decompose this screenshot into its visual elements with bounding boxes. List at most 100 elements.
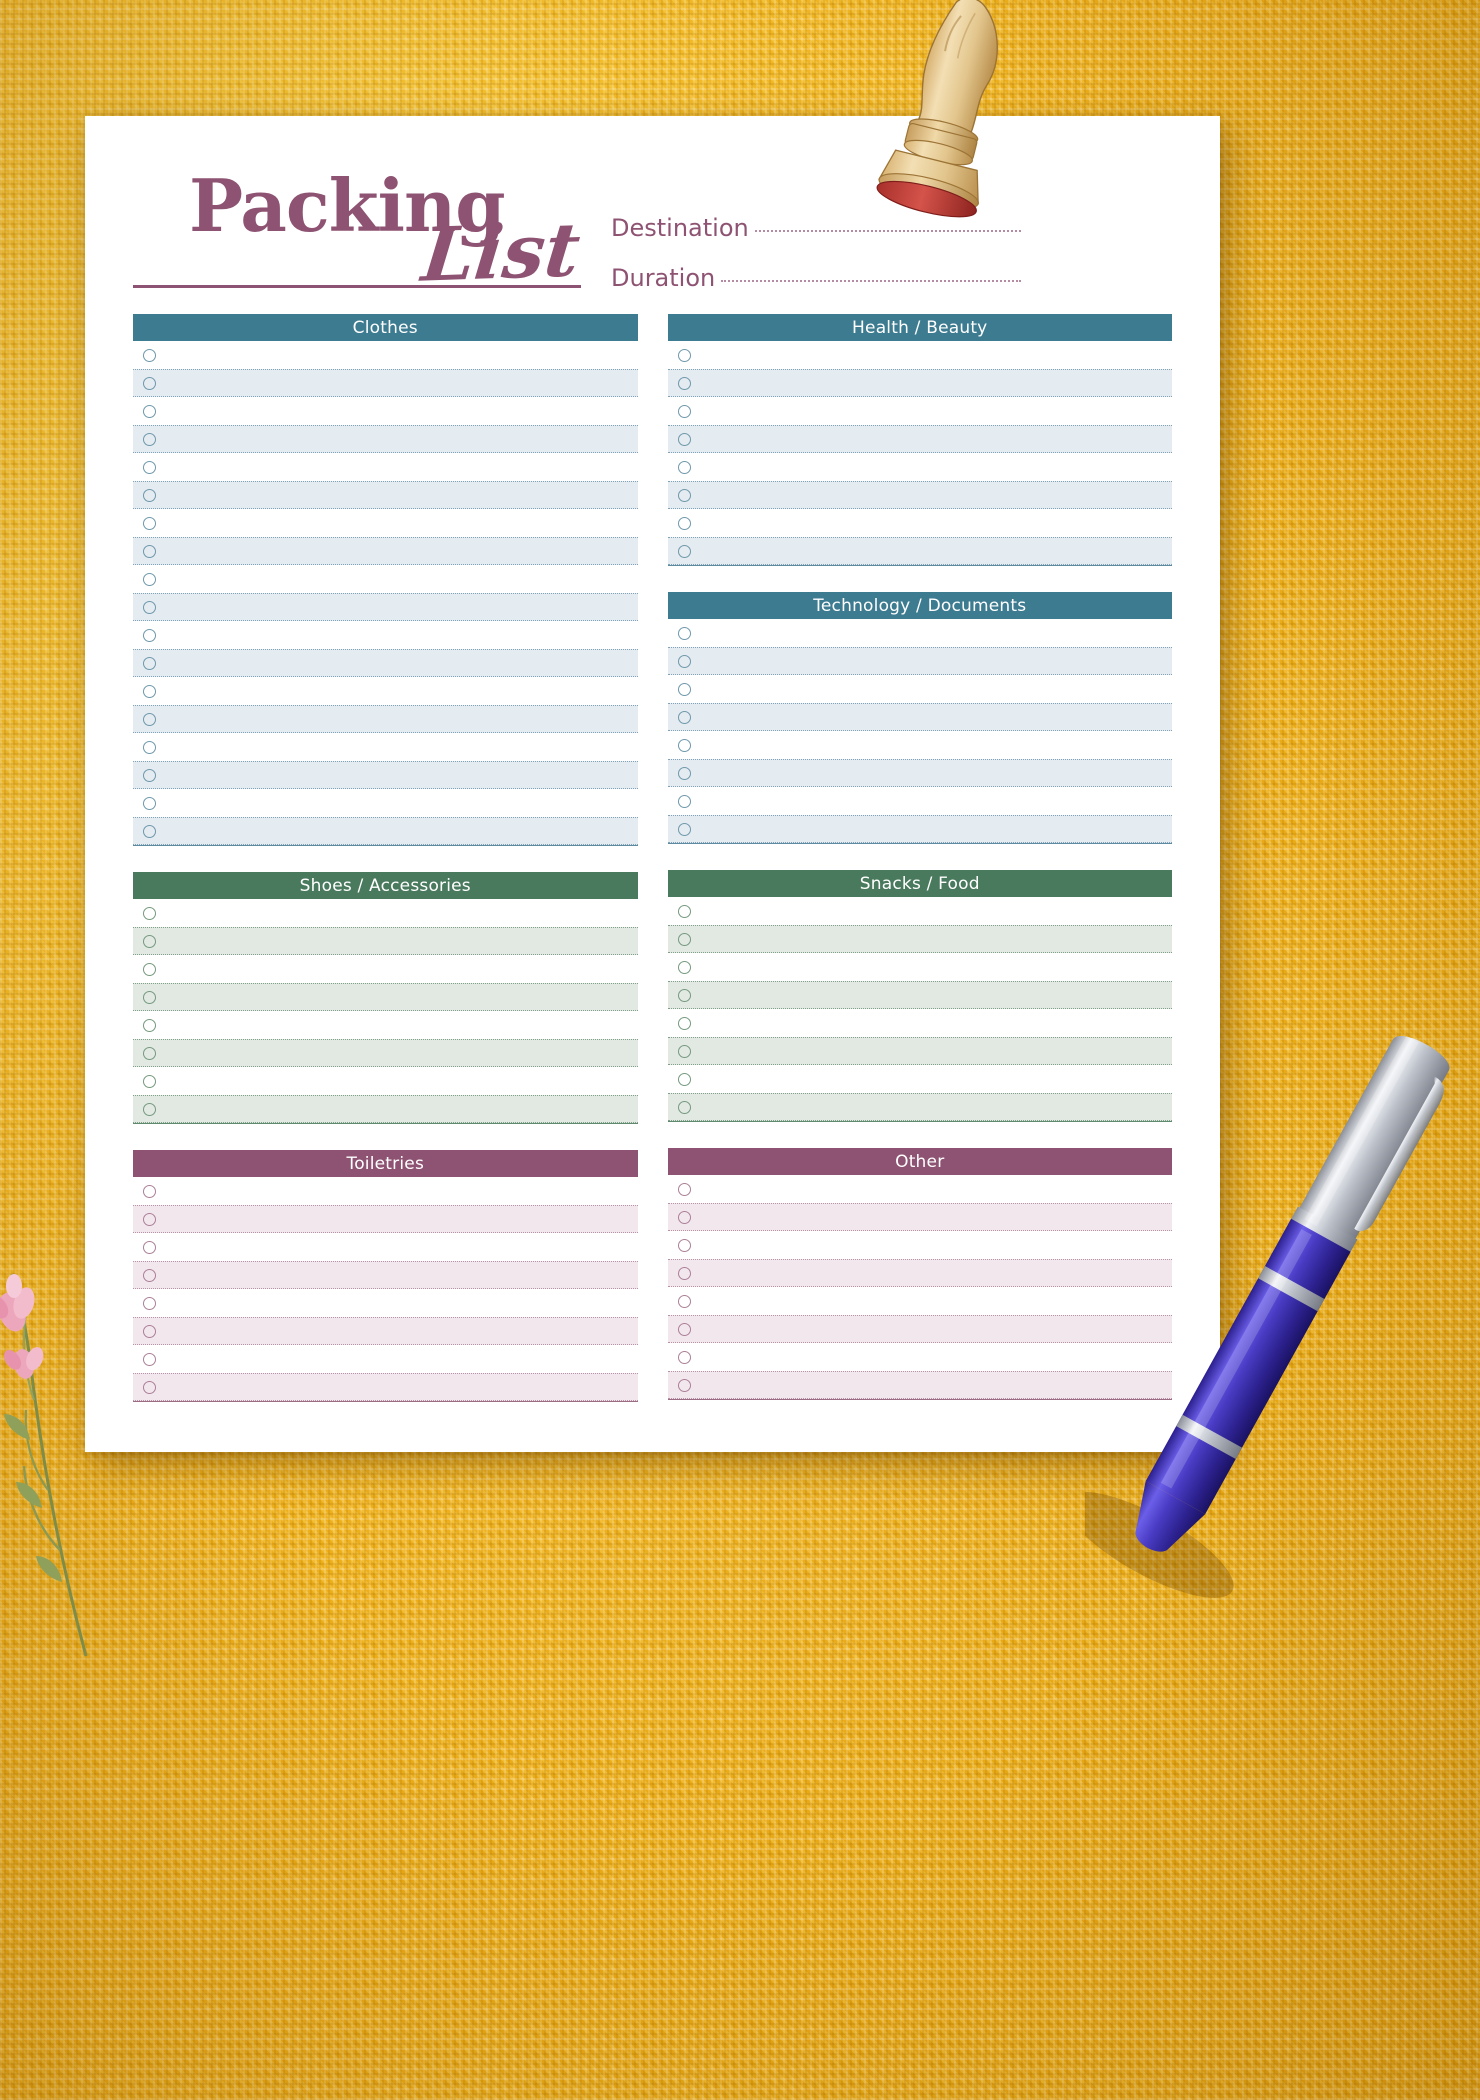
checklist-row[interactable]	[133, 369, 638, 397]
checkbox-circle-icon[interactable]	[677, 710, 691, 724]
checklist-row[interactable]	[133, 817, 638, 845]
checklist-item-input[interactable]	[156, 984, 638, 1010]
checklist-row[interactable]	[133, 927, 638, 955]
checkbox-circle-icon[interactable]	[677, 432, 691, 446]
checkbox-circle-icon[interactable]	[143, 934, 156, 948]
checklist-item-input[interactable]	[156, 734, 638, 760]
checklist-row[interactable]	[668, 675, 1173, 703]
checkbox-circle-icon[interactable]	[143, 712, 156, 726]
checklist-row[interactable]	[668, 953, 1173, 981]
checklist-row[interactable]	[667, 1315, 1173, 1343]
checklist-item-input[interactable]	[691, 1066, 1173, 1092]
checklist-item-input[interactable]	[156, 1262, 638, 1288]
checklist-row[interactable]	[668, 509, 1173, 537]
checklist-row[interactable]	[667, 1093, 1173, 1121]
checklist-item-input[interactable]	[156, 762, 638, 788]
checklist-row[interactable]	[133, 509, 638, 537]
checklist-item-input[interactable]	[156, 678, 638, 704]
checkbox-circle-icon[interactable]	[677, 988, 691, 1002]
checklist-row[interactable]	[668, 731, 1173, 759]
checklist-item-input[interactable]	[691, 1316, 1173, 1342]
checkbox-circle-icon[interactable]	[143, 348, 156, 362]
checkbox-circle-icon[interactable]	[677, 794, 691, 808]
checkbox-circle-icon[interactable]	[677, 682, 691, 696]
checklist-row[interactable]	[133, 1067, 638, 1095]
checklist-row[interactable]	[133, 565, 638, 593]
checklist-item-input[interactable]	[156, 538, 638, 564]
checklist-item-input[interactable]	[156, 482, 638, 508]
checkbox-circle-icon[interactable]	[677, 1072, 691, 1086]
checklist-row[interactable]	[668, 397, 1173, 425]
checklist-row[interactable]	[667, 759, 1172, 787]
checkbox-circle-icon[interactable]	[143, 628, 156, 642]
checkbox-circle-icon[interactable]	[143, 1240, 156, 1254]
checklist-item-input[interactable]	[156, 1068, 638, 1094]
checklist-row[interactable]	[133, 425, 638, 453]
checklist-row[interactable]	[133, 1373, 638, 1401]
checklist-row[interactable]	[133, 1205, 638, 1233]
checklist-row[interactable]	[667, 925, 1173, 953]
checkbox-circle-icon[interactable]	[143, 824, 156, 838]
checklist-item-input[interactable]	[156, 1012, 638, 1038]
checklist-item-input[interactable]	[691, 482, 1173, 508]
checklist-item-input[interactable]	[691, 538, 1173, 564]
checklist-item-input[interactable]	[691, 1288, 1173, 1314]
checklist-item-input[interactable]	[156, 342, 638, 368]
checklist-row[interactable]	[668, 787, 1173, 815]
checkbox-circle-icon[interactable]	[143, 1074, 156, 1088]
checklist-row[interactable]	[668, 453, 1173, 481]
checklist-row[interactable]	[133, 1039, 638, 1067]
checklist-row[interactable]	[133, 789, 638, 817]
checklist-item-input[interactable]	[156, 566, 638, 592]
checklist-item-input[interactable]	[691, 1094, 1173, 1120]
checkbox-circle-icon[interactable]	[143, 1324, 156, 1338]
checklist-item-input[interactable]	[156, 1178, 638, 1204]
checklist-item-input[interactable]	[156, 454, 638, 480]
checklist-item-input[interactable]	[691, 704, 1173, 730]
checklist-row[interactable]	[133, 1261, 638, 1289]
checkbox-circle-icon[interactable]	[677, 766, 691, 780]
checklist-item-input[interactable]	[691, 398, 1173, 424]
checklist-item-input[interactable]	[156, 928, 638, 954]
checklist-item-input[interactable]	[691, 1232, 1173, 1258]
checklist-row[interactable]	[667, 981, 1172, 1009]
checklist-item-input[interactable]	[156, 1206, 638, 1232]
checkbox-circle-icon[interactable]	[143, 432, 156, 446]
checklist-row[interactable]	[668, 1287, 1173, 1315]
checkbox-circle-icon[interactable]	[677, 932, 691, 946]
checklist-item-input[interactable]	[691, 926, 1173, 952]
checkbox-circle-icon[interactable]	[143, 906, 156, 920]
checkbox-circle-icon[interactable]	[677, 544, 691, 558]
checklist-row[interactable]	[668, 1231, 1173, 1259]
checklist-item-input[interactable]	[156, 1096, 638, 1122]
duration-input-line[interactable]	[721, 280, 1021, 282]
checkbox-circle-icon[interactable]	[677, 1378, 691, 1392]
checklist-row[interactable]	[667, 481, 1173, 509]
checklist-item-input[interactable]	[156, 1318, 638, 1344]
checkbox-circle-icon[interactable]	[677, 1182, 691, 1196]
checklist-row[interactable]	[133, 955, 638, 983]
checklist-row[interactable]	[133, 397, 638, 425]
checklist-item-input[interactable]	[691, 1260, 1173, 1286]
checkbox-circle-icon[interactable]	[677, 460, 691, 474]
checklist-item-input[interactable]	[691, 1344, 1173, 1370]
checklist-row[interactable]	[133, 1177, 638, 1205]
checklist-row[interactable]	[667, 815, 1173, 843]
checklist-row[interactable]	[667, 1037, 1173, 1065]
checklist-item-input[interactable]	[691, 454, 1173, 480]
checkbox-circle-icon[interactable]	[677, 738, 691, 752]
checkbox-circle-icon[interactable]	[143, 1184, 156, 1198]
checklist-item-input[interactable]	[691, 1204, 1173, 1230]
checklist-row[interactable]	[133, 649, 638, 677]
checklist-item-input[interactable]	[691, 676, 1173, 702]
checklist-item-input[interactable]	[691, 1038, 1173, 1064]
checklist-item-input[interactable]	[691, 510, 1173, 536]
checklist-item-input[interactable]	[691, 816, 1173, 842]
checkbox-circle-icon[interactable]	[143, 1296, 156, 1310]
checkbox-circle-icon[interactable]	[143, 488, 156, 502]
checklist-item-input[interactable]	[156, 650, 638, 676]
checklist-row[interactable]	[133, 983, 638, 1011]
destination-input-line[interactable]	[754, 230, 1021, 232]
checklist-item-input[interactable]	[691, 370, 1173, 396]
checkbox-circle-icon[interactable]	[677, 822, 691, 836]
